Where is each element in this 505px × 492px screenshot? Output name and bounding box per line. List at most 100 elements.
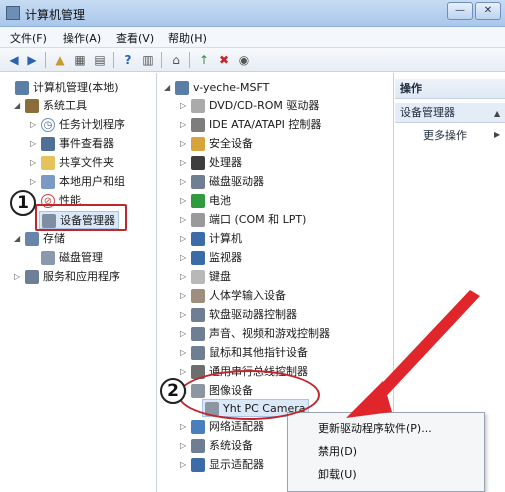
device-category[interactable]: ▷ 系统设备: [180, 437, 253, 455]
device-category[interactable]: ▷ DVD/CD-ROM 驱动器: [180, 97, 319, 115]
tree-item-local-users[interactable]: ▷ 本地用户和组: [30, 173, 125, 191]
scan-hardware-icon[interactable]: ⌂: [168, 52, 184, 68]
expand-triangle-icon[interactable]: ▷: [30, 173, 39, 191]
tree-item-shared-folders[interactable]: ▷ 共享文件夹: [30, 154, 114, 172]
expand-triangle-icon[interactable]: ▷: [180, 456, 189, 474]
system-tools-icon: [25, 99, 39, 113]
device-root[interactable]: ◢ v-yeche-MSFT: [164, 79, 269, 97]
device-category[interactable]: ▷ 人体学输入设备: [180, 287, 286, 305]
device-category[interactable]: ▷ 监视器: [180, 249, 242, 267]
minimize-button[interactable]: —: [447, 2, 473, 20]
device-category-label: IDE ATA/ATAPI 控制器: [209, 118, 322, 131]
properties-icon[interactable]: ▤: [92, 52, 108, 68]
device-category[interactable]: ▷ 电池: [180, 192, 231, 210]
expand-triangle-icon[interactable]: ▷: [180, 268, 189, 286]
show-tree-icon[interactable]: ▦: [72, 52, 88, 68]
help-icon[interactable]: ?: [120, 52, 136, 68]
tree-item-task-scheduler[interactable]: ▷ ◷ 任务计划程序: [30, 116, 125, 134]
forward-arrow-icon[interactable]: ▶: [24, 52, 40, 68]
tree-item-label: 磁盘管理: [59, 251, 103, 264]
expand-triangle-icon[interactable]: ▷: [180, 230, 189, 248]
device-category[interactable]: ▷ 磁盘驱动器: [180, 173, 264, 191]
expand-triangle-icon[interactable]: ▷: [180, 418, 189, 436]
collapse-triangle-icon[interactable]: ◢: [164, 79, 173, 97]
expand-triangle-icon[interactable]: ▷: [14, 268, 23, 286]
uninstall-icon[interactable]: ✖: [216, 52, 232, 68]
expand-triangle-icon[interactable]: ▷: [180, 344, 189, 362]
tree-item-storage[interactable]: ◢ 存储: [14, 230, 65, 248]
menu-view[interactable]: 查看(V): [116, 30, 154, 46]
expand-triangle-icon[interactable]: ▷: [30, 135, 39, 153]
context-menu-uninstall[interactable]: 卸载(U): [318, 466, 357, 482]
update-driver-icon[interactable]: ↑: [196, 52, 212, 68]
ide-controller-icon: [191, 118, 205, 132]
expand-triangle-icon[interactable]: ▷: [180, 192, 189, 210]
expand-triangle-icon[interactable]: ▷: [180, 154, 189, 172]
device-category[interactable]: ▷ 网络适配器: [180, 418, 264, 436]
computer-management-icon: [15, 81, 29, 95]
tree-item-system-tools[interactable]: ◢ 系统工具: [14, 97, 87, 115]
expand-triangle-icon[interactable]: ▷: [180, 363, 189, 381]
expand-triangle-icon[interactable]: ▷: [180, 306, 189, 324]
expand-triangle-icon[interactable]: ▷: [30, 116, 39, 134]
expand-triangle-icon[interactable]: ▷: [180, 437, 189, 455]
device-category-label: 电池: [209, 194, 231, 207]
expand-triangle-icon[interactable]: ▷: [180, 211, 189, 229]
collapse-triangle-icon[interactable]: ◢: [14, 97, 23, 115]
up-folder-icon[interactable]: ▲: [52, 52, 68, 68]
device-category[interactable]: ▷ 安全设备: [180, 135, 253, 153]
context-menu-update-driver[interactable]: 更新驱动程序软件(P)...: [318, 420, 432, 436]
step-2-badge: 2: [160, 378, 186, 404]
device-category-label: 处理器: [209, 156, 242, 169]
tree-item-label: 计算机管理(本地): [33, 81, 119, 94]
menu-help[interactable]: 帮助(H): [168, 30, 207, 46]
menu-file[interactable]: 文件(F): [10, 30, 47, 46]
expand-triangle-icon[interactable]: ▷: [180, 173, 189, 191]
device-category[interactable]: ▷ 软盘驱动器控制器: [180, 306, 297, 324]
device-category[interactable]: ▷ IDE ATA/ATAPI 控制器: [180, 116, 321, 134]
system-device-icon: [191, 439, 205, 453]
collapse-triangle-icon[interactable]: ◢: [14, 230, 23, 248]
tree-item-disk-management[interactable]: 磁盘管理: [39, 249, 103, 267]
device-category[interactable]: ▷ 键盘: [180, 268, 231, 286]
expand-triangle-icon[interactable]: ▷: [180, 116, 189, 134]
console-tree-pane: 计算机管理(本地) ◢ 系统工具 ▷ ◷ 任务计划程序 ▷ 事件查看器 ▷ 共享文件夹 ▷…: [0, 73, 157, 492]
context-menu-disable[interactable]: 禁用(D): [318, 443, 357, 459]
device-category[interactable]: ▷ 处理器: [180, 154, 242, 172]
actions-section-device-manager[interactable]: 设备管理器: [395, 103, 505, 123]
tree-item-computer-management[interactable]: 计算机管理(本地): [4, 79, 119, 97]
actions-header: 操作: [395, 79, 505, 99]
tree-item-label: 任务计划程序: [59, 118, 125, 131]
computer-icon: [191, 232, 205, 246]
expand-triangle-icon[interactable]: ▷: [180, 325, 189, 343]
list-view-icon[interactable]: ▥: [140, 52, 156, 68]
tree-item-label: 共享文件夹: [59, 156, 114, 169]
window-title: 计算机管理: [25, 8, 86, 22]
computer-management-app-icon: [6, 6, 20, 20]
close-button[interactable]: ✕: [475, 2, 501, 20]
expand-triangle-icon[interactable]: ▷: [180, 287, 189, 305]
expand-triangle-icon[interactable]: ▷: [180, 135, 189, 153]
collapse-arrow-icon[interactable]: ▲: [494, 109, 500, 118]
more-actions-link[interactable]: 更多操作: [423, 127, 467, 143]
expand-triangle-icon[interactable]: ▷: [180, 97, 189, 115]
tree-item-event-viewer[interactable]: ▷ 事件查看器: [30, 135, 114, 153]
device-category-label: 显示适配器: [209, 458, 264, 471]
device-category[interactable]: ▷ 鼠标和其他指针设备: [180, 344, 308, 362]
title-bar: 计算机管理 — ✕: [0, 0, 505, 27]
keyboard-icon: [191, 270, 205, 284]
device-category-label: 键盘: [209, 270, 231, 283]
device-category[interactable]: ▷ 计算机: [180, 230, 242, 248]
expand-triangle-icon[interactable]: ▷: [180, 249, 189, 267]
computer-management-window: 计算机管理 — ✕ 文件(F) 操作(A) 查看(V) 帮助(H) ◀ ▶ ▲ …: [0, 0, 505, 492]
tree-item-services-applications[interactable]: ▷ 服务和应用程序: [14, 268, 120, 286]
submenu-arrow-icon: ▶: [494, 130, 501, 139]
expand-triangle-icon[interactable]: ▷: [30, 154, 39, 172]
device-category[interactable]: ▷ 声音、视频和游戏控制器: [180, 325, 330, 343]
enable-device-icon[interactable]: ◉: [236, 52, 252, 68]
menu-action[interactable]: 操作(A): [63, 30, 101, 46]
device-root-label: v-yeche-MSFT: [193, 81, 270, 94]
back-arrow-icon[interactable]: ◀: [6, 52, 22, 68]
device-category[interactable]: ▷ 端口 (COM 和 LPT): [180, 211, 306, 229]
device-category[interactable]: ▷ 显示适配器: [180, 456, 264, 474]
